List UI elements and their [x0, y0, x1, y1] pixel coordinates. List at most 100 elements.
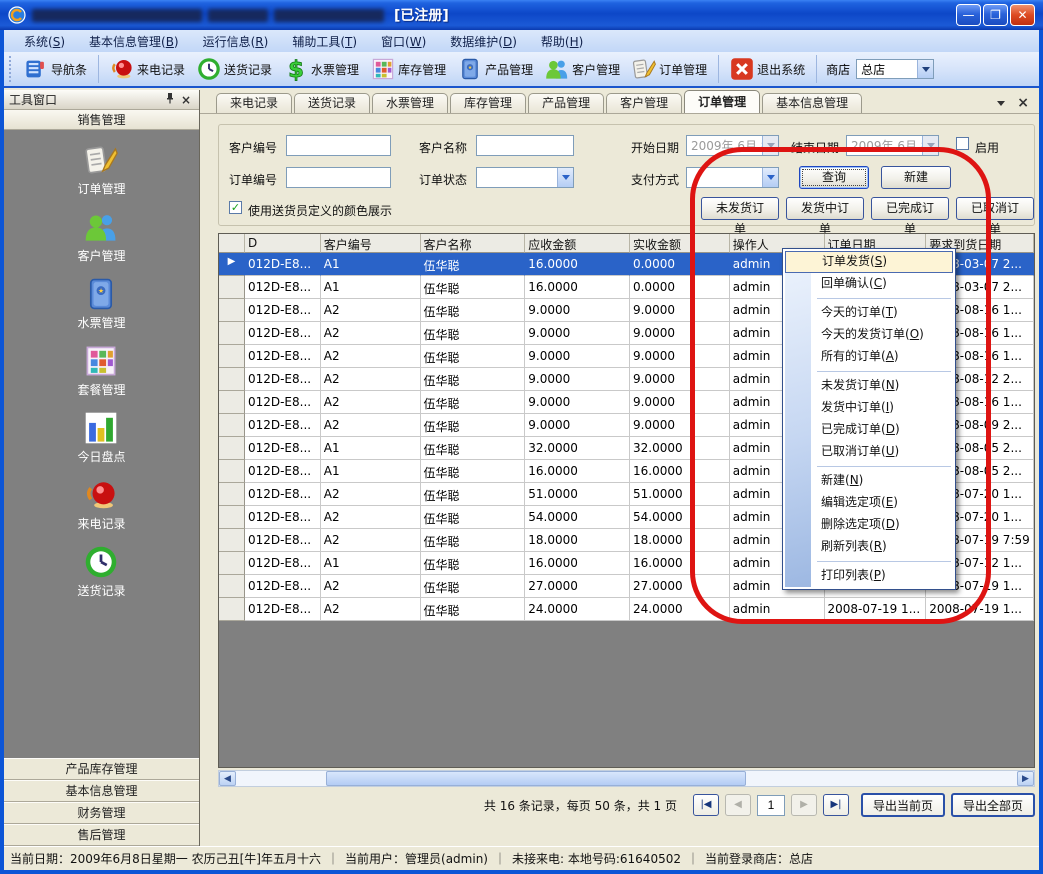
grid-cell[interactable]: 9.0000: [525, 391, 630, 414]
grid-cell[interactable]: 012D-E8...: [245, 276, 321, 299]
sidebar-item-今日盘点[interactable]: 今日盘点: [77, 411, 125, 465]
grid-header-实收金额[interactable]: 实收金额: [630, 234, 730, 253]
grid-cell[interactable]: A2: [321, 529, 421, 552]
scroll-left-icon[interactable]: ◀: [219, 771, 236, 786]
grid-cell[interactable]: 16.0000: [630, 552, 730, 575]
grid-cell[interactable]: 54.0000: [630, 506, 730, 529]
row-selector[interactable]: [219, 368, 245, 391]
tab-基本信息管理[interactable]: 基本信息管理: [762, 93, 862, 113]
grid-cell[interactable]: 16.0000: [630, 460, 730, 483]
sidebar-group-基本信息管理[interactable]: 基本信息管理: [4, 780, 199, 802]
context-menu-item-新建[interactable]: 新建(N): [785, 470, 953, 492]
menu-运行信息[interactable]: 运行信息(R): [191, 31, 281, 52]
row-selector[interactable]: [219, 345, 245, 368]
sidebar-item-送货记录[interactable]: 送货记录: [77, 545, 125, 599]
horizontal-scrollbar[interactable]: ◀ ▶: [218, 770, 1035, 787]
toolbar-button-来电记录[interactable]: 来电记录: [104, 54, 191, 84]
context-menu-item-今天的发货订单[interactable]: 今天的发货订单(O): [785, 324, 953, 346]
grid-cell[interactable]: A2: [321, 506, 421, 529]
new-button[interactable]: 新建: [881, 166, 951, 189]
grid-cell[interactable]: 012D-E8...: [245, 253, 321, 276]
grid-cell[interactable]: 012D-E8...: [245, 460, 321, 483]
color-checkbox[interactable]: ✓: [229, 201, 242, 214]
order-no-input[interactable]: [286, 167, 391, 188]
end-date-picker[interactable]: 2009年 6月 8日: [846, 135, 939, 156]
grid-cell[interactable]: 012D-E8...: [245, 299, 321, 322]
grid-cell[interactable]: 伍华聪: [421, 529, 526, 552]
toolbar-button-导航条[interactable]: 导航条: [18, 54, 93, 84]
sidebar-item-订单管理[interactable]: 订单管理: [77, 143, 125, 197]
grid-cell[interactable]: 0.0000: [630, 253, 730, 276]
grid-cell[interactable]: A2: [321, 322, 421, 345]
grid-cell[interactable]: 伍华聪: [421, 506, 526, 529]
sidebar-group-财务管理[interactable]: 财务管理: [4, 802, 199, 824]
context-menu-item-今天的订单[interactable]: 今天的订单(T): [785, 302, 953, 324]
grid-cell[interactable]: 16.0000: [525, 552, 630, 575]
toolbar-button-订单管理[interactable]: 订单管理: [626, 54, 713, 84]
grid-cell[interactable]: A1: [321, 460, 421, 483]
export-current-page-button[interactable]: 导出当前页: [861, 793, 945, 817]
chevron-down-icon[interactable]: [762, 168, 778, 187]
context-menu-item-订单发货[interactable]: 订单发货(S): [785, 251, 953, 273]
grid-cell[interactable]: 012D-E8...: [245, 345, 321, 368]
grid-cell[interactable]: 9.0000: [525, 368, 630, 391]
context-menu-item-打印列表[interactable]: 打印列表(P): [785, 565, 953, 587]
grid-cell[interactable]: admin: [730, 598, 825, 621]
menu-数据维护[interactable]: 数据维护(D): [438, 31, 529, 52]
menu-帮助[interactable]: 帮助(H): [529, 31, 595, 52]
grid-cell[interactable]: 18.0000: [525, 529, 630, 552]
toolbar-button-水票管理[interactable]: $水票管理: [278, 54, 365, 84]
grid-cell[interactable]: 012D-E8...: [245, 506, 321, 529]
grid-cell[interactable]: 伍华聪: [421, 437, 526, 460]
row-selector[interactable]: [219, 276, 245, 299]
page-number-input[interactable]: [757, 795, 785, 816]
grid-cell[interactable]: 16.0000: [525, 460, 630, 483]
tab-产品管理[interactable]: 产品管理: [528, 93, 604, 113]
grid-cell[interactable]: 伍华聪: [421, 368, 526, 391]
row-selector[interactable]: ▶: [219, 253, 245, 276]
context-menu-item-回单确认[interactable]: 回单确认(C): [785, 273, 953, 295]
grid-cell[interactable]: 16.0000: [525, 253, 630, 276]
first-page-button[interactable]: |◀: [693, 794, 719, 816]
context-menu-item-发货中订单[interactable]: 发货中订单(I): [785, 397, 953, 419]
grid-cell[interactable]: A2: [321, 598, 421, 621]
sidebar-group-售后管理[interactable]: 售后管理: [4, 824, 199, 846]
toolbar-button-客户管理[interactable]: 客户管理: [539, 54, 626, 84]
prev-page-button[interactable]: ◀: [725, 794, 751, 816]
status-filter-button-已完成订单[interactable]: 已完成订单: [871, 197, 949, 220]
grid-cell[interactable]: 012D-E8...: [245, 368, 321, 391]
context-menu-item-所有的订单[interactable]: 所有的订单(A): [785, 346, 953, 368]
grid-cell[interactable]: A2: [321, 368, 421, 391]
grid-cell[interactable]: A2: [321, 575, 421, 598]
grid-cell[interactable]: A2: [321, 483, 421, 506]
grid-cell[interactable]: 012D-E8...: [245, 391, 321, 414]
grid-cell[interactable]: 2008-07-19 1...: [825, 598, 927, 621]
grid-cell[interactable]: 9.0000: [525, 345, 630, 368]
grid-cell[interactable]: 伍华聪: [421, 575, 526, 598]
grid-cell[interactable]: 伍华聪: [421, 460, 526, 483]
order-status-combobox[interactable]: [476, 167, 574, 188]
row-selector[interactable]: [219, 322, 245, 345]
enable-checkbox[interactable]: [956, 137, 969, 150]
row-selector[interactable]: [219, 529, 245, 552]
grid-cell[interactable]: 9.0000: [525, 322, 630, 345]
minimize-button[interactable]: —: [956, 4, 981, 26]
pin-icon[interactable]: [162, 92, 178, 107]
sidebar-item-水票管理[interactable]: ★水票管理: [77, 277, 125, 331]
grid-cell[interactable]: 伍华聪: [421, 276, 526, 299]
context-menu-item-编辑选定项[interactable]: 编辑选定项(E): [785, 492, 953, 514]
grid-cell[interactable]: 9.0000: [630, 345, 730, 368]
maximize-button[interactable]: ❐: [983, 4, 1008, 26]
grid-cell[interactable]: 32.0000: [525, 437, 630, 460]
grid-cell[interactable]: 伍华聪: [421, 253, 526, 276]
grid-header-客户名称[interactable]: 客户名称: [421, 234, 526, 253]
grid-cell[interactable]: 伍华聪: [421, 598, 526, 621]
grid-cell[interactable]: 012D-E8...: [245, 552, 321, 575]
chevron-down-icon[interactable]: [557, 168, 573, 187]
customer-name-input[interactable]: [476, 135, 574, 156]
status-filter-button-未发货订单[interactable]: 未发货订单: [701, 197, 779, 220]
sidebar-group-sales[interactable]: 销售管理: [4, 110, 199, 130]
sidebar-item-套餐管理[interactable]: 套餐管理: [77, 344, 125, 398]
grid-cell[interactable]: 24.0000: [525, 598, 630, 621]
row-selector[interactable]: [219, 437, 245, 460]
